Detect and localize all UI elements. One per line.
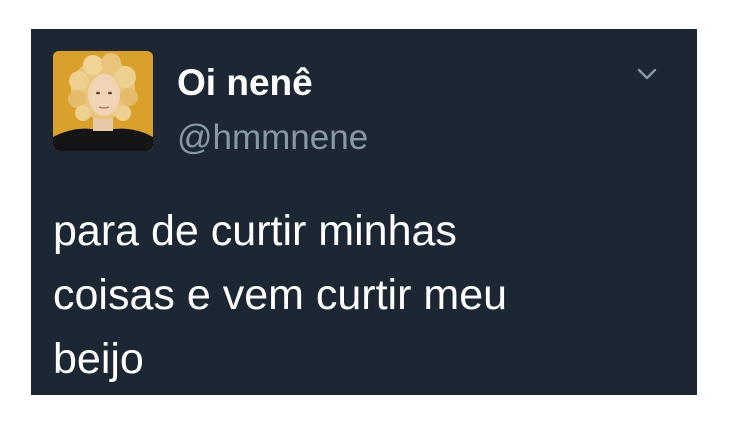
chevron-down-icon[interactable]	[633, 63, 661, 85]
tweet-card: Oi nenê @hmmnene para de curtir minhas c…	[31, 29, 697, 395]
tweet-text-line: beijo	[53, 335, 144, 383]
avatar[interactable]	[53, 51, 153, 151]
tweet-text-line: para de curtir minhas	[53, 207, 457, 255]
user-handle[interactable]: @hmmnene	[177, 117, 368, 159]
display-name[interactable]: Oi nenê	[177, 61, 313, 105]
avatar-image	[53, 51, 153, 151]
tweet-text: para de curtir minhas coisas e vem curti…	[53, 199, 673, 391]
tweet-text-line: coisas e vem curtir meu	[53, 271, 508, 319]
